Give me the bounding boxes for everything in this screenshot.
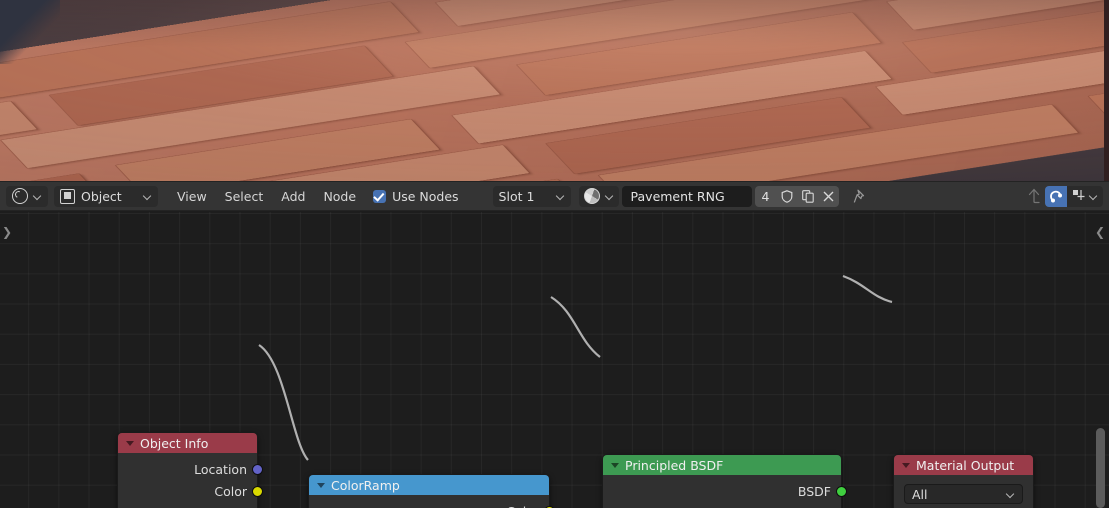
node-principled-bsdf[interactable]: Principled BSDF BSDF GGX Christensen-Bur… — [602, 454, 847, 508]
slot-label: Slot 1 — [498, 188, 535, 204]
chevron-down-icon — [1089, 192, 1098, 201]
target-value: All — [912, 486, 928, 502]
socket-bsdf-output[interactable] — [836, 485, 847, 497]
material-browse-button[interactable] — [578, 185, 619, 207]
node-title: Principled BSDF — [625, 457, 724, 473]
node-body: BSDF GGX Christensen-Burley — [603, 475, 847, 508]
output-row-location[interactable]: Location — [118, 458, 263, 480]
menu-select[interactable]: Select — [216, 186, 273, 207]
fake-user-shield-icon[interactable] — [776, 185, 798, 207]
node-title: Material Output — [916, 457, 1015, 473]
output-label: Color — [506, 504, 539, 508]
pin-icon[interactable] — [849, 186, 871, 207]
output-label: Color — [214, 483, 247, 499]
node-title: ColorRamp — [331, 477, 400, 493]
snap-target-icon — [1073, 190, 1085, 200]
distribution-dropdown-wrap: GGX — [603, 502, 841, 508]
chevron-down-icon — [1006, 490, 1015, 499]
editor-type-button[interactable] — [6, 185, 48, 207]
shader-type-dropdown[interactable]: Object — [54, 185, 158, 207]
new-material-duplicate-icon[interactable] — [797, 185, 819, 207]
chevron-down-icon — [33, 192, 42, 201]
menu-node[interactable]: Node — [314, 186, 365, 207]
node-header-color-ramp[interactable]: ColorRamp — [309, 475, 549, 495]
material-browse-icon — [583, 188, 600, 204]
output-row-color[interactable]: Color — [309, 500, 555, 508]
collapse-triangle-icon[interactable] — [611, 462, 619, 468]
unlink-material-x-icon[interactable] — [818, 185, 840, 207]
shading-sphere-icon — [12, 188, 28, 204]
snap-toggle-button[interactable] — [1045, 185, 1067, 207]
target-dropdown-wrap: All — [894, 480, 1033, 506]
menu-view[interactable]: View — [168, 186, 216, 207]
scrollbar-thumb[interactable] — [1096, 428, 1105, 508]
node-header-material-output[interactable]: Material Output — [894, 455, 1033, 475]
menu-add[interactable]: Add — [272, 186, 314, 207]
parent-arrow-up-icon[interactable] — [1023, 186, 1045, 207]
node-body: All Surface Volume Displacement — [894, 475, 1033, 508]
target-dropdown[interactable]: All — [904, 484, 1023, 504]
object-shader-icon — [60, 188, 75, 204]
use-nodes-label: Use Nodes — [392, 188, 459, 204]
left-sidebar-toggle[interactable]: ❯ — [2, 226, 12, 238]
output-row-bsdf[interactable]: BSDF — [603, 480, 847, 502]
node-header-object-info[interactable]: Object Info — [118, 433, 257, 453]
viewport-render-preview[interactable] — [0, 0, 1109, 181]
socket-color-output[interactable] — [252, 485, 263, 497]
socket-location-output[interactable] — [252, 463, 263, 475]
material-name-field[interactable]: Pavement RNG — [621, 185, 752, 207]
collapse-triangle-icon[interactable] — [317, 482, 325, 488]
use-nodes-toggle[interactable]: Use Nodes — [373, 188, 459, 204]
checkbox-checked-icon[interactable] — [373, 189, 387, 203]
shader-type-label: Object — [81, 188, 122, 204]
output-label: Location — [194, 461, 247, 477]
chevron-down-icon — [556, 192, 565, 201]
node-body: Color Alpha + − HSV — [309, 495, 555, 508]
output-label: BSDF — [797, 483, 831, 499]
output-row-object-index[interactable]: Object Index — [118, 502, 263, 508]
pavement-surface — [0, 0, 1109, 181]
node-object-info[interactable]: Object Info Location Color Object Index … — [117, 432, 263, 508]
material-users-count[interactable]: 4 — [754, 185, 777, 207]
chevron-down-icon — [605, 192, 614, 201]
chevron-down-icon — [143, 192, 152, 201]
node-material-output[interactable]: Material Output All Surface Volume — [893, 454, 1034, 508]
node-editor-canvas[interactable]: Object Info Location Color Object Index … — [0, 212, 1109, 508]
blender-window: Object View Select Add Node Use Nodes Sl… — [0, 0, 1109, 508]
node-header-principled-bsdf[interactable]: Principled BSDF — [603, 455, 841, 475]
slot-dropdown[interactable]: Slot 1 — [492, 185, 571, 207]
node-color-ramp[interactable]: ColorRamp Color Alpha + − — [308, 474, 555, 508]
right-sidebar-toggle[interactable]: ❮ — [1095, 226, 1105, 238]
collapse-triangle-icon[interactable] — [902, 462, 910, 468]
shader-editor-header: Object View Select Add Node Use Nodes Sl… — [0, 181, 1109, 211]
node-title: Object Info — [140, 435, 209, 451]
node-body: Location Color Object Index Material Ind… — [118, 453, 263, 508]
output-row-color[interactable]: Color — [118, 480, 263, 502]
collapse-triangle-icon[interactable] — [126, 440, 134, 446]
snap-target-dropdown[interactable] — [1067, 185, 1103, 207]
editor-vertical-scrollbar[interactable] — [1096, 428, 1105, 508]
